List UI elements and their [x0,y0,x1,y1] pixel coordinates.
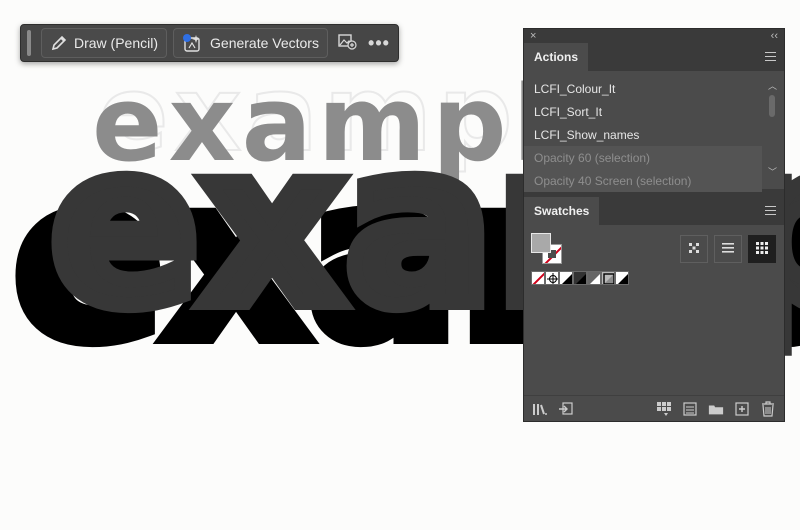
swatch-gradient[interactable] [615,271,629,285]
actions-tab-bar: Actions [524,43,784,71]
swatch-grey[interactable] [587,271,601,285]
swatch-options-icon[interactable] [682,401,698,417]
actions-scrollbar[interactable]: ︿ ﹀ [768,79,777,179]
action-item[interactable]: Opacity 40 Screen (selection) [524,169,762,192]
trash-icon[interactable] [760,400,776,417]
action-item[interactable]: LCFI_Show_names [524,123,784,146]
image-add-icon [337,32,357,55]
swatch-black[interactable] [559,271,573,285]
tab-actions[interactable]: Actions [524,43,589,71]
more-icon: ••• [368,32,390,53]
new-swatch-icon[interactable] [734,401,750,417]
swatches-footer [524,395,784,421]
swatch-grid-small-icon [687,241,701,258]
more-options-button[interactable]: ••• [366,29,392,57]
pencil-icon [50,34,68,52]
grid-view-button[interactable] [748,235,776,263]
view-toggle-group [680,235,776,263]
tab-swatches[interactable]: Swatches [524,197,600,225]
swatches-tab-bar: Swatches [524,197,784,225]
show-swatch-kinds-button[interactable] [680,235,708,263]
swatch-row [531,271,629,285]
generate-vectors-button[interactable]: Generate Vectors [173,28,328,58]
sparkle-vector-icon [182,33,204,53]
list-view-button[interactable] [714,235,742,263]
chevron-up-icon[interactable]: ︿ [768,79,777,92]
swatch-registration[interactable] [545,271,559,285]
panel-titlebar: × ‹‹ [524,29,784,43]
action-item[interactable]: LCFI_Sort_It [524,100,784,123]
collapse-icon[interactable]: ‹‹ [771,30,778,42]
chevron-down-icon[interactable]: ﹀ [768,165,777,178]
swatch-pattern[interactable] [601,271,615,285]
action-item[interactable]: Opacity 60 (selection) [524,146,762,169]
hamburger-menu-icon[interactable] [765,52,776,64]
panel-dock: × ‹‹ Actions LCFI_Colour_It LCFI_Sort_It… [523,28,785,422]
generate-vectors-label: Generate Vectors [210,35,319,51]
image-add-button[interactable] [334,29,360,57]
action-item[interactable]: LCFI_Colour_It [524,77,784,100]
contextual-task-bar: Draw (Pencil) Generate Vectors ••• [20,24,399,62]
grid-view-icon [755,241,769,258]
import-icon[interactable] [558,401,574,417]
scroll-thumb[interactable] [769,95,775,117]
folder-icon[interactable] [708,401,724,417]
actions-list: LCFI_Colour_It LCFI_Sort_It LCFI_Show_na… [524,71,784,192]
swatch-none[interactable] [531,271,545,285]
list-view-icon [721,241,735,258]
libraries-icon[interactable] [532,401,548,417]
swatch-kind-icon[interactable] [656,401,672,417]
draw-pencil-button[interactable]: Draw (Pencil) [41,28,168,58]
swatch-dark-grey[interactable] [573,271,587,285]
fill-swatch[interactable] [531,233,551,253]
hamburger-menu-icon[interactable] [765,206,776,218]
draw-pencil-label: Draw (Pencil) [74,35,159,51]
close-icon[interactable]: × [530,30,536,42]
swatches-content [524,225,784,375]
fill-stroke-indicator[interactable] [531,233,563,265]
drag-handle[interactable] [27,30,31,56]
